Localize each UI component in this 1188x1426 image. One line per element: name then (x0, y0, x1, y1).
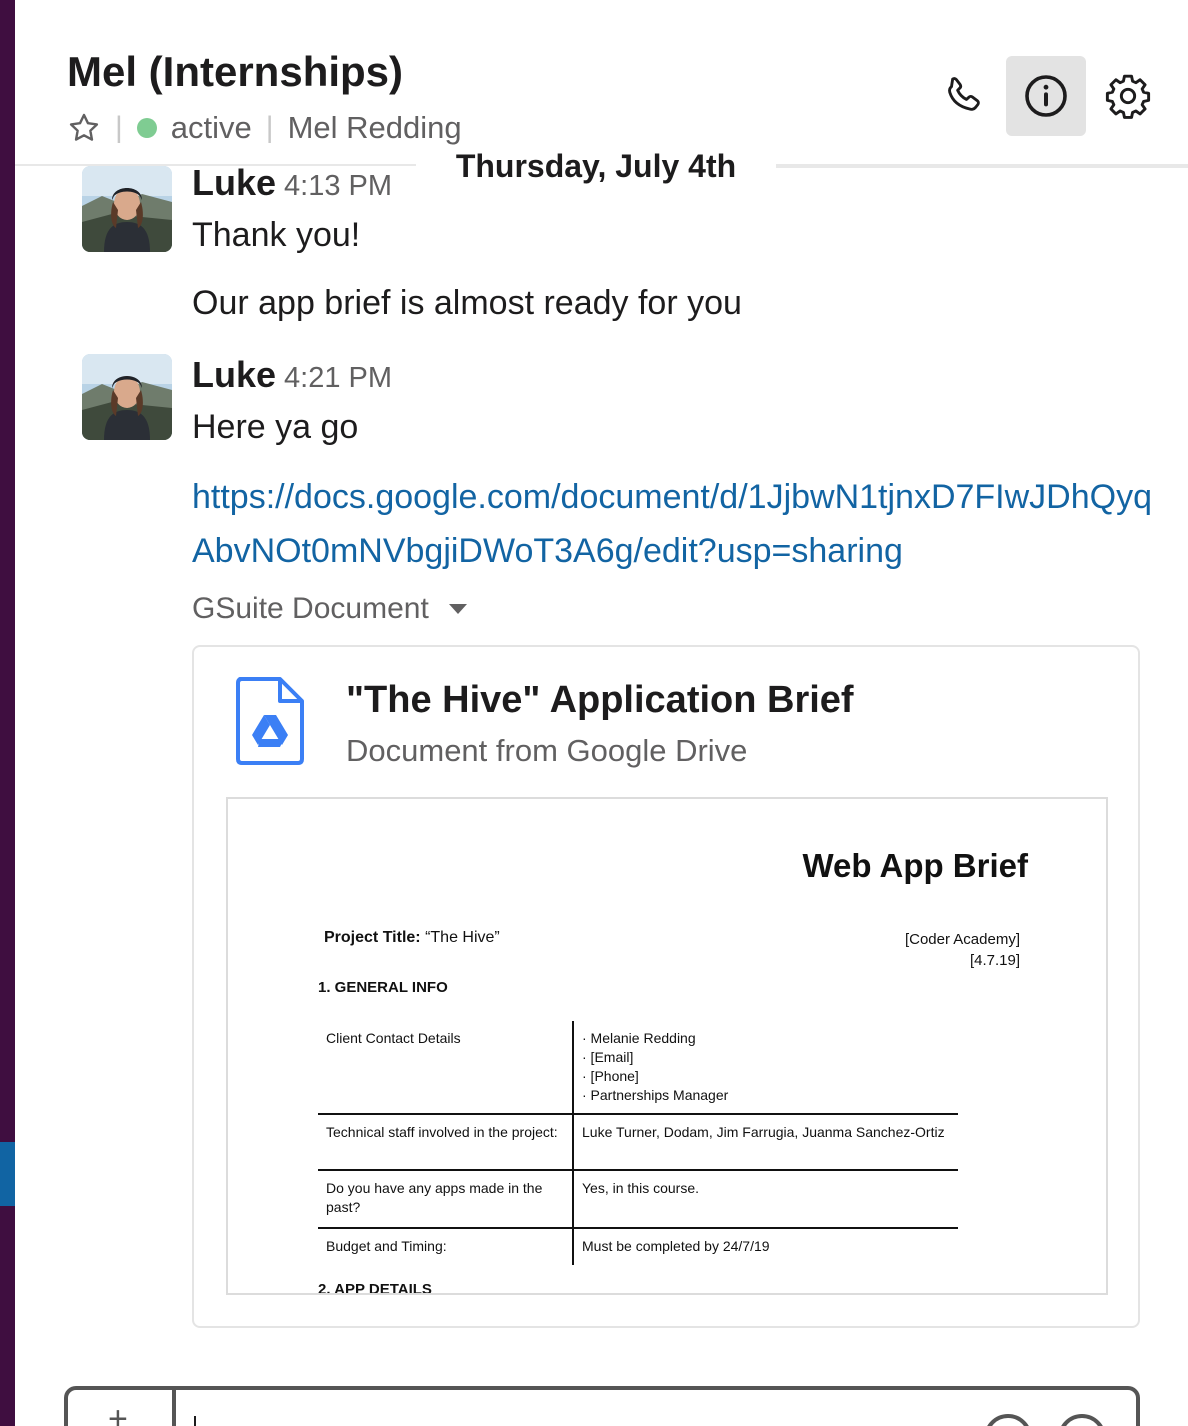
table-cell-value: Yes, in this course. (582, 1180, 699, 1196)
info-icon (1025, 75, 1067, 117)
message-text: Thank you! (192, 216, 361, 254)
message-timestamp[interactable]: 4:13 PM (284, 170, 392, 202)
presence-dot-icon (136, 118, 157, 138)
document-title[interactable]: "The Hive" Application Brief (346, 679, 854, 722)
sidebar-selected-marker (0, 1142, 15, 1206)
table-cell-label: Do you have any apps made in the past? (318, 1171, 574, 1227)
contact-line: · Partnerships Manager (582, 1087, 729, 1103)
channel-header: Mel (Internships) | active | Mel Redding (15, 0, 1188, 166)
mention-icon[interactable] (984, 1414, 1032, 1426)
caret-down-icon[interactable] (448, 604, 467, 614)
avatar[interactable] (82, 354, 172, 440)
sender-name[interactable]: Luke (192, 162, 276, 203)
preview-section-heading: 1. GENERAL INFO (318, 979, 448, 996)
message-link[interactable]: https://docs.google.com/document/d/1Jjbw… (192, 470, 1152, 578)
table-cell-label: Technical staff involved in the project: (318, 1115, 574, 1169)
message-text: Our app brief is almost ready for you (192, 284, 742, 322)
date-divider-line (775, 166, 1188, 168)
preview-info-table: Client Contact Details · Melanie Redding… (318, 1021, 958, 1265)
table-cell-value: · Melanie Redding · [Email] · [Phone] · … (574, 1021, 958, 1113)
message-text: Here ya go (192, 408, 359, 446)
preview-heading: Web App Brief (802, 847, 1028, 884)
preview-section-heading: 2. APP DETAILS (318, 1281, 432, 1295)
google-drive-doc-icon (234, 675, 306, 767)
message-sender[interactable]: Luke 4:13 PM (192, 162, 392, 204)
presence-status: active (170, 110, 252, 145)
document-preview[interactable]: Web App Brief Project Title: “The Hive” … (226, 797, 1108, 1295)
message-composer[interactable]: + (64, 1386, 1140, 1426)
gear-icon (1105, 74, 1151, 119)
plus-icon[interactable]: + (108, 1402, 128, 1426)
table-cell-value: Must be completed by 24/7/19 (582, 1238, 770, 1254)
table-cell-label: Budget and Timing: (318, 1229, 574, 1265)
workspace-sidebar-edge (0, 0, 15, 1426)
date-divider[interactable]: Thursday, July 4th (416, 148, 776, 188)
sender-name[interactable]: Luke (192, 354, 276, 395)
composer-divider (172, 1390, 176, 1426)
table-row: Do you have any apps made in the past? Y… (318, 1171, 958, 1229)
channel-title: Mel (Internships) (67, 48, 404, 95)
table-row: Technical staff involved in the project:… (318, 1115, 958, 1171)
channel-details-button[interactable] (1006, 56, 1086, 136)
preview-project-title: Project Title: “The Hive” (324, 929, 500, 947)
meta-separator: | (115, 111, 123, 144)
table-cell-label: Client Contact Details (318, 1021, 574, 1113)
message-timestamp[interactable]: 4:21 PM (284, 362, 392, 394)
avatar[interactable] (82, 166, 172, 252)
document-unfurl-card[interactable]: "The Hive" Application Brief Document fr… (192, 645, 1140, 1328)
attachment-label: GSuite Document (192, 592, 429, 625)
star-icon[interactable] (67, 111, 101, 145)
document-subtitle: Document from Google Drive (346, 733, 748, 768)
table-cell-value: Luke Turner, Dodam, Jim Farrugia, Juanma… (582, 1124, 945, 1140)
member-name[interactable]: Mel Redding (288, 110, 462, 146)
attachment-toggle[interactable]: GSuite Document (192, 592, 467, 626)
phone-icon (948, 77, 980, 111)
project-title-value: “The Hive” (425, 929, 500, 946)
table-row: Budget and Timing: Must be completed by … (318, 1229, 958, 1265)
contact-line: · [Email] (582, 1049, 634, 1065)
emoji-icon[interactable] (1058, 1414, 1106, 1426)
preview-org: [Coder Academy] (904, 931, 1020, 948)
table-row: Client Contact Details · Melanie Redding… (318, 1021, 958, 1115)
channel-meta: | active | Mel Redding (67, 108, 462, 148)
message-sender[interactable]: Luke 4:21 PM (192, 354, 392, 396)
call-button[interactable] (923, 56, 1003, 136)
text-cursor (194, 1416, 196, 1426)
contact-line: · Melanie Redding (582, 1030, 696, 1046)
settings-button[interactable] (1088, 56, 1168, 136)
meta-separator: | (265, 111, 274, 144)
preview-org-block: [Coder Academy] [4.7.19] (905, 929, 1020, 971)
contact-line: · [Phone] (582, 1068, 639, 1084)
preview-date: [4.7.19] (969, 952, 1020, 969)
project-title-label: Project Title: (324, 929, 421, 946)
